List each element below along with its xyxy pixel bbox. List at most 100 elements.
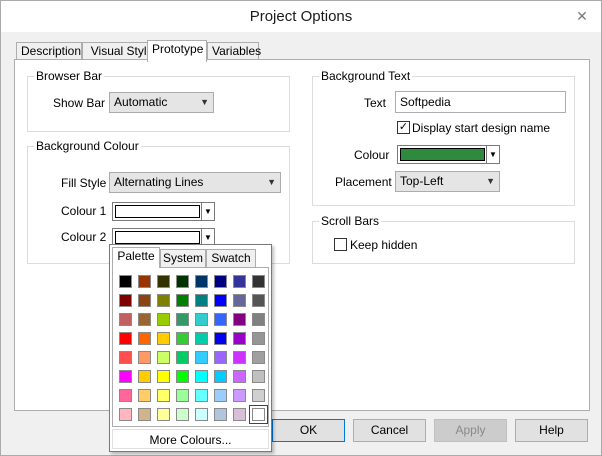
palette-swatch[interactable] xyxy=(214,313,227,326)
keep-hidden-checkbox[interactable] xyxy=(334,238,347,251)
prototype-panel: Browser Bar Show Bar Automatic ▼ Backgro… xyxy=(14,59,590,411)
palette-swatch[interactable] xyxy=(176,313,189,326)
palette-swatch[interactable] xyxy=(233,389,246,402)
scroll-bars-title: Scroll Bars xyxy=(319,214,382,228)
placement-dropdown[interactable]: Top-Left ▼ xyxy=(395,171,500,192)
palette-swatch[interactable] xyxy=(252,275,265,288)
palette-swatch[interactable] xyxy=(176,351,189,364)
palette-swatch[interactable] xyxy=(176,389,189,402)
help-button[interactable]: Help xyxy=(515,419,588,442)
palette-swatch[interactable] xyxy=(119,294,132,307)
palette-swatch[interactable] xyxy=(157,389,170,402)
chevron-down-icon: ▼ xyxy=(200,97,209,107)
show-bar-dropdown[interactable]: Automatic ▼ xyxy=(109,92,214,113)
palette-swatch[interactable] xyxy=(138,351,151,364)
palette-swatch[interactable] xyxy=(195,275,208,288)
palette-swatch[interactable] xyxy=(176,294,189,307)
palette-swatch[interactable] xyxy=(157,408,170,421)
palette-swatch[interactable] xyxy=(252,351,265,364)
palette-swatch[interactable] xyxy=(157,275,170,288)
tab-palette[interactable]: Palette xyxy=(112,247,160,268)
palette-swatch[interactable] xyxy=(157,332,170,345)
palette-swatch[interactable] xyxy=(195,389,208,402)
chevron-down-icon[interactable]: ▼ xyxy=(201,203,214,220)
palette-swatch[interactable] xyxy=(252,332,265,345)
palette-swatch[interactable] xyxy=(119,370,132,383)
colour1-picker[interactable]: ▼ xyxy=(112,202,215,221)
palette-swatch[interactable] xyxy=(214,294,227,307)
palette-swatch[interactable] xyxy=(157,294,170,307)
palette-swatch[interactable] xyxy=(176,332,189,345)
colour1-swatch xyxy=(115,205,200,218)
palette-swatch[interactable] xyxy=(195,408,208,421)
palette-swatch[interactable] xyxy=(233,408,246,421)
palette-swatch[interactable] xyxy=(214,332,227,345)
palette-swatch[interactable] xyxy=(233,370,246,383)
palette-swatch[interactable] xyxy=(176,370,189,383)
palette-swatch[interactable] xyxy=(176,408,189,421)
palette-swatch[interactable] xyxy=(214,408,227,421)
background-text-input[interactable]: Softpedia xyxy=(395,91,566,113)
palette-swatch[interactable] xyxy=(138,275,151,288)
palette-swatch[interactable] xyxy=(138,370,151,383)
palette-swatch[interactable] xyxy=(233,294,246,307)
palette-swatch[interactable] xyxy=(252,370,265,383)
apply-button[interactable]: Apply xyxy=(434,419,507,442)
palette-swatch[interactable] xyxy=(252,313,265,326)
palette-swatch[interactable] xyxy=(195,370,208,383)
palette-swatch[interactable] xyxy=(214,351,227,364)
display-start-design-checkbox[interactable]: ✓ xyxy=(397,121,410,134)
palette-swatch[interactable] xyxy=(119,408,132,421)
palette-swatch[interactable] xyxy=(233,313,246,326)
close-icon[interactable]: ✕ xyxy=(571,7,593,25)
background-text-title: Background Text xyxy=(319,69,413,83)
text-colour-picker[interactable]: ▼ xyxy=(397,145,500,164)
palette-swatch[interactable] xyxy=(195,332,208,345)
palette-swatch[interactable] xyxy=(195,313,208,326)
palette-swatch[interactable] xyxy=(138,294,151,307)
palette-swatch[interactable] xyxy=(119,332,132,345)
fill-style-value: Alternating Lines xyxy=(114,175,204,189)
placement-value: Top-Left xyxy=(400,174,444,188)
palette-swatch[interactable] xyxy=(119,389,132,402)
chevron-down-icon[interactable]: ▼ xyxy=(486,146,499,163)
more-colours-button[interactable]: More Colours... xyxy=(112,429,269,449)
palette-swatch[interactable] xyxy=(138,332,151,345)
title-bar: Project Options ✕ xyxy=(1,1,601,32)
palette-swatch[interactable] xyxy=(176,275,189,288)
colour1-label: Colour 1 xyxy=(61,204,107,218)
check-icon: ✓ xyxy=(398,121,409,133)
text-label: Text xyxy=(364,96,387,110)
palette-swatch[interactable] xyxy=(119,275,132,288)
palette-swatch[interactable] xyxy=(252,389,265,402)
palette-swatch[interactable] xyxy=(157,351,170,364)
tab-swatch[interactable]: Swatch xyxy=(206,249,256,267)
fill-style-label: Fill Style xyxy=(61,176,107,190)
colour-picker-popup: Palette System Swatch More Colours... xyxy=(109,244,272,452)
palette-swatch[interactable] xyxy=(138,408,151,421)
ok-button[interactable]: OK xyxy=(272,419,345,442)
palette-swatch[interactable] xyxy=(138,313,151,326)
palette-swatch[interactable] xyxy=(233,351,246,364)
fill-style-dropdown[interactable]: Alternating Lines ▼ xyxy=(109,172,281,193)
background-colour-title: Background Colour xyxy=(34,139,141,153)
palette-swatch[interactable] xyxy=(157,370,170,383)
cancel-button[interactable]: Cancel xyxy=(353,419,426,442)
palette-swatch[interactable] xyxy=(138,389,151,402)
palette-swatch[interactable] xyxy=(119,351,132,364)
palette-swatch[interactable] xyxy=(195,351,208,364)
tab-system[interactable]: System xyxy=(160,249,206,267)
display-start-design-label: Display start design name xyxy=(412,121,551,135)
palette-swatch[interactable] xyxy=(195,294,208,307)
palette-swatch[interactable] xyxy=(252,294,265,307)
palette-swatch[interactable] xyxy=(249,405,268,424)
palette-swatch[interactable] xyxy=(233,275,246,288)
palette-swatch[interactable] xyxy=(214,370,227,383)
palette-swatch[interactable] xyxy=(214,275,227,288)
palette-swatch[interactable] xyxy=(157,313,170,326)
palette-swatch[interactable] xyxy=(233,332,246,345)
text-colour-swatch xyxy=(400,148,485,161)
tab-prototype[interactable]: Prototype xyxy=(147,40,207,62)
palette-swatch[interactable] xyxy=(119,313,132,326)
palette-swatch[interactable] xyxy=(214,389,227,402)
